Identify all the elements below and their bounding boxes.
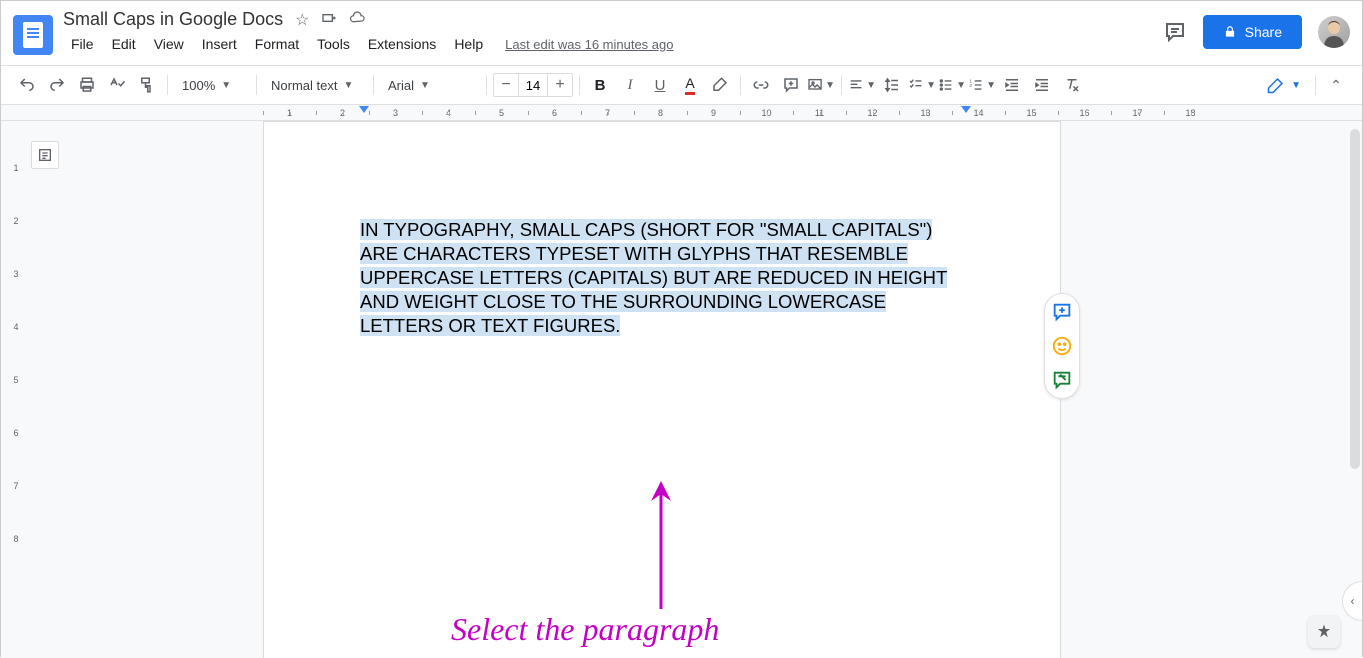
star-icon[interactable]: ☆	[295, 10, 309, 30]
line-spacing-button[interactable]	[878, 71, 906, 99]
menu-help[interactable]: Help	[446, 32, 491, 56]
print-button[interactable]	[73, 71, 101, 99]
titlebar: Small Caps in Google Docs ☆ File Edit Vi…	[1, 1, 1362, 65]
left-indent-marker[interactable]	[359, 106, 369, 113]
vertical-ruler[interactable]: 12345678	[9, 141, 23, 565]
font-size-decrease[interactable]: −	[494, 73, 518, 97]
selected-paragraph[interactable]: IN TYPOGRAPHY, SMALL CAPS (SHORT FOR "SM…	[360, 219, 947, 336]
redo-button[interactable]	[43, 71, 71, 99]
italic-button[interactable]: I	[616, 71, 644, 99]
cloud-status-icon[interactable]	[349, 10, 367, 30]
menu-extensions[interactable]: Extensions	[360, 32, 444, 56]
bulleted-list-button[interactable]: ▼	[938, 71, 966, 99]
font-size-input[interactable]	[518, 74, 548, 96]
decrease-indent-button[interactable]	[998, 71, 1026, 99]
annotation-label: Select the paragraph	[451, 611, 719, 648]
menu-insert[interactable]: Insert	[194, 32, 245, 56]
toolbar: 100%▼ Normal text▼ Arial▼ − + B I U A ▼ …	[1, 65, 1362, 105]
horizontal-ruler[interactable]: 123456789101112131415161718	[1, 105, 1362, 121]
checklist-button[interactable]: ▼	[908, 71, 936, 99]
canvas-area: 12345678 IN TYPOGRAPHY, SMALL CAPS (SHOR…	[1, 121, 1362, 658]
vertical-scrollbar[interactable]	[1350, 129, 1360, 469]
undo-button[interactable]	[13, 71, 41, 99]
svg-text:2: 2	[969, 83, 972, 88]
font-size-control: − +	[493, 73, 573, 97]
align-button[interactable]: ▼	[848, 71, 876, 99]
add-emoji-reaction-button[interactable]	[1050, 334, 1074, 358]
annotation-arrow	[641, 479, 681, 619]
font-size-increase[interactable]: +	[548, 73, 572, 97]
explore-button[interactable]	[1308, 616, 1340, 648]
last-edit-link[interactable]: Last edit was 16 minutes ago	[505, 37, 673, 52]
underline-button[interactable]: U	[646, 71, 674, 99]
paragraph-style-dropdown[interactable]: Normal text▼	[263, 71, 367, 99]
editing-mode-button[interactable]: ▼	[1259, 76, 1309, 94]
clear-formatting-button[interactable]	[1058, 71, 1086, 99]
menu-format[interactable]: Format	[247, 32, 307, 56]
document-outline-button[interactable]	[31, 141, 59, 169]
right-margin-marker[interactable]	[961, 106, 971, 113]
comment-history-icon[interactable]	[1163, 20, 1187, 44]
menu-edit[interactable]: Edit	[104, 32, 144, 56]
font-dropdown[interactable]: Arial▼	[380, 71, 480, 99]
paint-format-button[interactable]	[133, 71, 161, 99]
share-button-label: Share	[1245, 24, 1282, 40]
highlight-color-button[interactable]	[706, 71, 734, 99]
insert-image-button[interactable]: ▼	[807, 71, 835, 99]
document-title[interactable]: Small Caps in Google Docs	[63, 9, 283, 30]
bold-button[interactable]: B	[586, 71, 614, 99]
menu-tools[interactable]: Tools	[309, 32, 358, 56]
add-comment-button[interactable]	[777, 71, 805, 99]
spellcheck-button[interactable]	[103, 71, 131, 99]
menu-file[interactable]: File	[63, 32, 102, 56]
suggest-edits-button[interactable]	[1050, 368, 1074, 392]
hide-menus-button[interactable]: ⌃	[1322, 71, 1350, 99]
increase-indent-button[interactable]	[1028, 71, 1056, 99]
share-button[interactable]: Share	[1203, 15, 1302, 49]
move-icon[interactable]	[321, 10, 337, 30]
side-panel-toggle[interactable]: ‹	[1342, 581, 1362, 621]
add-comment-side-button[interactable]	[1050, 300, 1074, 324]
user-avatar[interactable]	[1318, 16, 1350, 48]
numbered-list-button[interactable]: 12▼	[968, 71, 996, 99]
zoom-dropdown[interactable]: 100%▼	[174, 71, 250, 99]
comment-tools-panel	[1044, 293, 1080, 399]
text-color-button[interactable]: A	[676, 71, 704, 99]
menu-view[interactable]: View	[146, 32, 192, 56]
docs-app-icon[interactable]	[13, 15, 53, 55]
insert-link-button[interactable]	[747, 71, 775, 99]
menubar: File Edit View Insert Format Tools Exten…	[63, 32, 1163, 56]
